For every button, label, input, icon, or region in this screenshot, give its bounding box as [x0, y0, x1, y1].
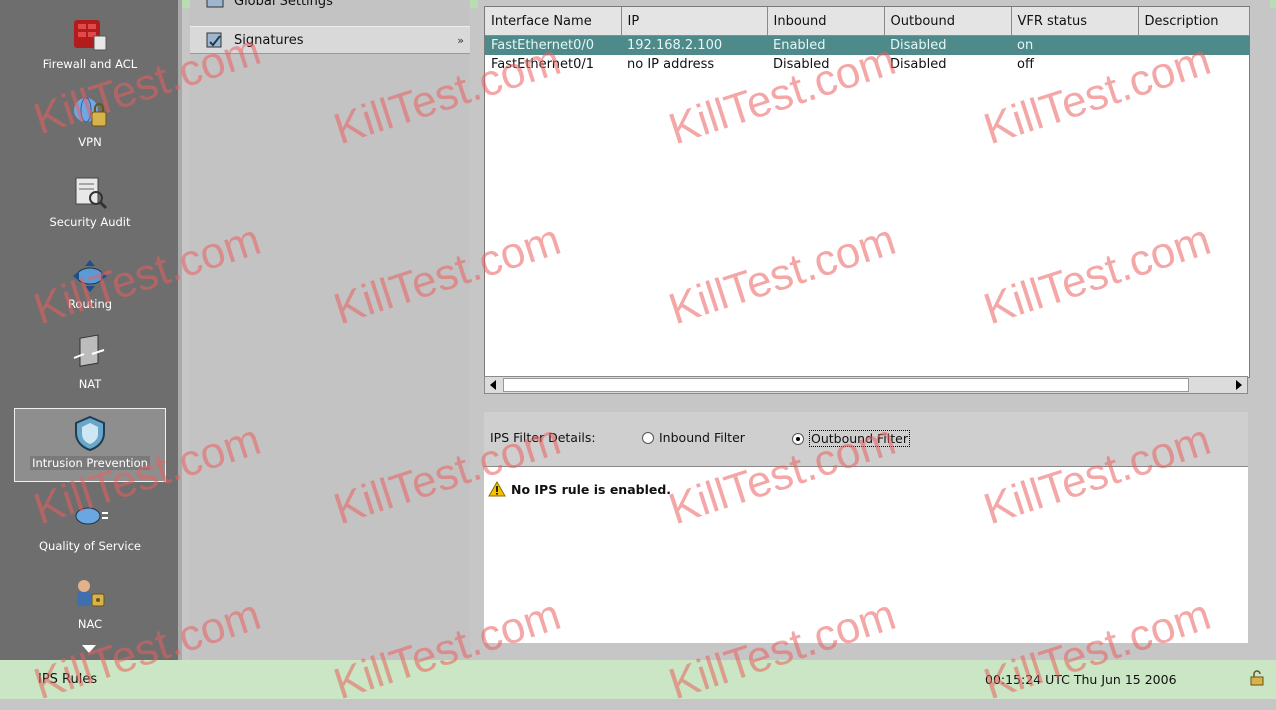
security-audit-icon	[75, 177, 108, 210]
cell-description	[1138, 55, 1249, 74]
nav-item-routing[interactable]: Routing	[14, 254, 166, 311]
nav-label: NAT	[78, 377, 102, 391]
status-clock: 00:15:24 UTC Thu Jun 15 2006	[985, 672, 1177, 687]
nav-item-intrusion-prevention[interactable]: Intrusion Prevention	[14, 408, 166, 482]
tree-item-label: Global Settings	[234, 0, 333, 9]
cell-interface: FastEthernet0/1	[491, 57, 595, 72]
nav-label: Quality of Service	[39, 539, 141, 553]
cell-interface: FastEthernet0/0	[485, 35, 621, 55]
routing-icon	[73, 260, 107, 292]
cell-ip: 192.168.2.100	[621, 35, 767, 55]
ips-filter-details-bar: IPS Filter Details: Inbound Filter Outbo…	[484, 412, 1248, 466]
ips-rules-content: Interface Name IP Inbound Outbound VFR s…	[478, 0, 1270, 660]
column-header[interactable]: Outbound	[884, 7, 1012, 36]
scroll-right-icon[interactable]	[1236, 380, 1242, 390]
status-left-text: IPS Rules	[38, 672, 98, 687]
tree-item-label: Signatures	[234, 32, 304, 48]
cell-ip: no IP address	[627, 57, 715, 72]
table-header-row: Interface Name IP Inbound Outbound VFR s…	[485, 7, 1250, 36]
settings-icon	[206, 0, 224, 8]
inbound-filter-radio[interactable]: Inbound Filter	[642, 430, 745, 445]
cell-inbound: Enabled	[767, 35, 884, 55]
tree-item-global-settings[interactable]: Global Settings	[190, 0, 470, 14]
nav-label: Routing	[67, 297, 113, 311]
column-header[interactable]: VFR status	[1011, 7, 1139, 36]
warning-icon	[488, 481, 506, 497]
cell-inbound: Disabled	[773, 57, 830, 72]
nav-label: Security Audit	[49, 215, 131, 229]
nav-label: VPN	[78, 135, 102, 149]
scrollbar-thumb[interactable]	[503, 378, 1189, 392]
outbound-filter-radio[interactable]: Outbound Filter	[792, 430, 910, 447]
status-bar: IPS Rules 00:15:24 UTC Thu Jun 15 2006	[0, 660, 1276, 699]
nav-item-vpn[interactable]: VPN	[14, 92, 166, 149]
ips-tree-pane: Global Settings Signatures »	[190, 0, 470, 660]
filter-details-label: IPS Filter Details:	[490, 430, 596, 445]
radio-dot[interactable]	[792, 432, 804, 445]
column-header[interactable]: Description	[1138, 7, 1250, 36]
vpn-icon	[74, 97, 107, 127]
quality-of-service-icon	[75, 507, 108, 525]
cell-outbound: Disabled	[884, 35, 1011, 55]
nav-scroll-down-icon[interactable]	[82, 645, 96, 653]
firewall-icon	[74, 20, 107, 51]
nav-item-security-audit[interactable]: Security Audit	[14, 172, 166, 229]
warning-text: No IPS rule is enabled.	[511, 481, 672, 497]
filter-details-pane: No IPS rule is enabled.	[484, 466, 1248, 643]
expand-icon[interactable]: »	[457, 34, 464, 47]
column-header[interactable]: IP	[621, 7, 768, 36]
table-row[interactable]: FastEthernet0/1 no IP address Disabled D…	[485, 55, 1249, 74]
nav-label: Firewall and ACL	[42, 57, 138, 71]
nav-label: Intrusion Prevention	[30, 456, 150, 470]
table-row[interactable]: FastEthernet0/0 192.168.2.100 Enabled Di…	[485, 35, 1249, 55]
nav-label: NAC	[77, 617, 103, 631]
nav-item-qos[interactable]: Quality of Service	[14, 496, 166, 553]
nav-item-nac[interactable]: NAC	[14, 574, 166, 631]
column-header[interactable]: Interface Name	[485, 7, 622, 36]
interfaces-table: Interface Name IP Inbound Outbound VFR s…	[484, 6, 1250, 378]
radio-dot[interactable]	[642, 431, 654, 444]
nat-icon	[73, 334, 105, 367]
cell-vfr-status: off	[1017, 57, 1034, 72]
intrusion-prevention-icon	[75, 415, 105, 452]
nav-item-nat[interactable]: NAT	[14, 334, 166, 391]
column-header[interactable]: Inbound	[767, 7, 885, 36]
nav-item-firewall[interactable]: Firewall and ACL	[14, 14, 166, 71]
horizontal-scrollbar[interactable]	[484, 376, 1248, 394]
scroll-left-icon[interactable]	[490, 380, 496, 390]
radio-label: Outbound Filter	[809, 430, 910, 447]
cell-outbound: Disabled	[890, 57, 947, 72]
radio-label: Inbound Filter	[659, 430, 745, 445]
nac-icon	[77, 580, 105, 607]
signatures-icon	[206, 32, 222, 48]
cell-description	[1138, 35, 1249, 55]
warning-message: No IPS rule is enabled.	[488, 481, 671, 497]
tree-item-signatures[interactable]: Signatures »	[190, 26, 470, 54]
cell-vfr-status: on	[1011, 35, 1138, 55]
lock-icon	[1250, 670, 1264, 686]
category-sidebar: Firewall and ACL VPN Security Audit Rout…	[0, 0, 182, 660]
